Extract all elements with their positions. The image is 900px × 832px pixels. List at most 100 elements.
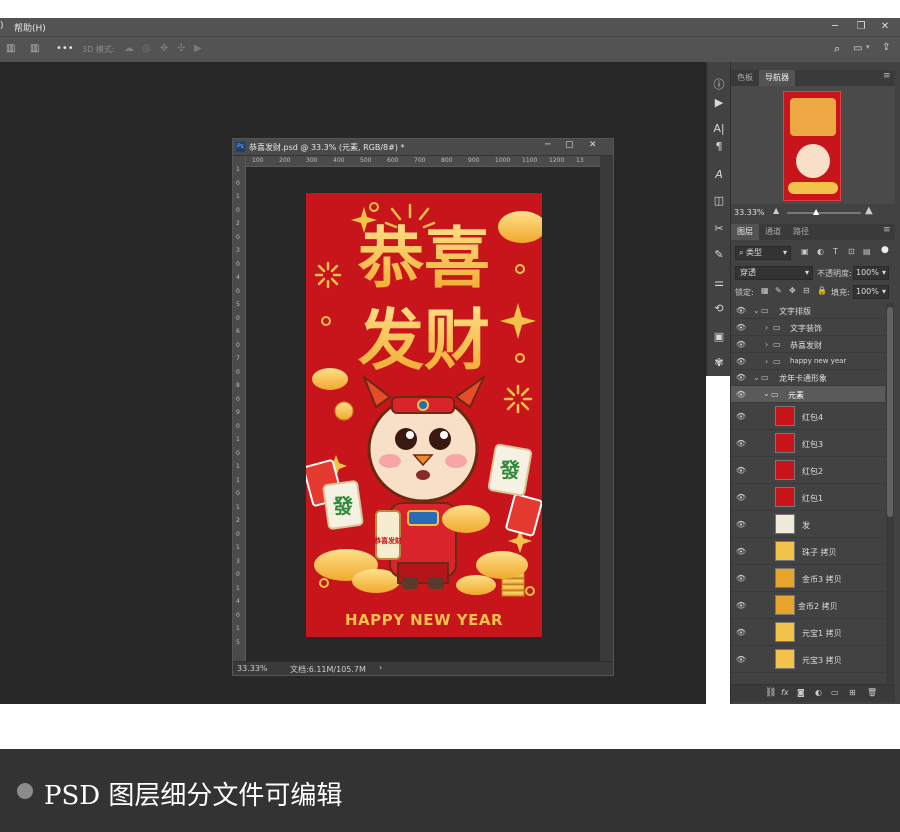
filter-pixel-icon[interactable]: ▣ (801, 247, 809, 256)
orbit-3d-icon[interactable]: ☁ (124, 43, 134, 54)
actions-panel-icon[interactable]: ▶ (707, 96, 731, 109)
visibility-eye-icon[interactable]: 👁 (735, 340, 747, 349)
collapse-chevron-icon[interactable]: › (765, 340, 768, 349)
layers-scrollbar-thumb[interactable] (887, 307, 893, 517)
layer-row[interactable]: 👁 红包4 (731, 403, 885, 430)
info-panel-icon[interactable]: ⓘ (707, 76, 731, 92)
pan-3d-icon[interactable]: ✥ (160, 43, 168, 54)
share-icon[interactable]: ⇪ (882, 42, 890, 53)
horizontal-ruler[interactable]: 100 200 300 400 500 600 700 800 900 1000 1100 1200 1… (246, 156, 600, 167)
layer-row[interactable]: 👁 元宝1 拷贝 (731, 619, 885, 646)
opacity-input[interactable]: 100% ▾ (853, 266, 889, 280)
navigator-menu-icon[interactable]: ≡ (883, 71, 891, 81)
roll-3d-icon[interactable]: ◎ (142, 43, 151, 54)
layer-group-row[interactable]: 👁 › ▭ 文字装饰 (731, 319, 885, 336)
layer-row[interactable]: 👁 红包3 (731, 430, 885, 457)
lock-transparent-icon[interactable]: ▦ (761, 286, 769, 295)
clone-source-icon[interactable]: ⟲ (707, 302, 731, 315)
filter-smartobject-icon[interactable]: ▤ (863, 247, 871, 256)
layer-effects-icon[interactable]: fx (781, 688, 789, 697)
visibility-eye-icon[interactable]: 👁 (735, 493, 747, 502)
layer-row[interactable]: 👁 红包2 (731, 457, 885, 484)
tab-channels[interactable]: 通道 (759, 224, 787, 240)
layer-row[interactable]: 👁 发 (731, 511, 885, 538)
zoom-in-icon[interactable]: ▲ (865, 205, 873, 216)
visibility-eye-icon[interactable]: 👁 (735, 520, 747, 529)
libraries-panel-icon[interactable]: ▣ (707, 330, 731, 343)
visibility-eye-icon[interactable]: 👁 (735, 628, 747, 637)
visibility-eye-icon[interactable]: 👁 (735, 601, 747, 610)
zoom-slider[interactable] (787, 212, 861, 214)
layer-row[interactable]: 👁 珠子 拷贝 (731, 538, 885, 565)
link-layers-icon[interactable]: ⛓ (765, 688, 776, 698)
menu-item-partial[interactable]: ) (0, 21, 4, 31)
layers-menu-icon[interactable]: ≡ (883, 225, 891, 235)
tab-layers[interactable]: 图层 (731, 224, 759, 240)
visibility-eye-icon[interactable]: 👁 (735, 373, 747, 382)
layer-row[interactable]: 👁 元宝3 拷贝 (731, 646, 885, 673)
doc-restore-button[interactable]: ▢ (565, 140, 574, 150)
fill-input[interactable]: 100% ▾ (853, 285, 889, 299)
paragraph-panel-icon[interactable]: ¶ (707, 140, 731, 153)
minimize-window-button[interactable]: ─ (822, 18, 848, 36)
tab-color-swatches[interactable]: 色板 (731, 70, 759, 86)
search-icon[interactable]: ⌕ (834, 42, 840, 56)
doc-zoom-readout[interactable]: 33.33% (237, 664, 268, 673)
tool-presets-icon[interactable]: ✂ (707, 222, 731, 235)
layers-scrollbar[interactable] (886, 303, 894, 683)
doc-vertical-scrollbar[interactable] (600, 156, 613, 661)
lock-all-icon[interactable]: 🔒 (817, 286, 827, 295)
zoom-out-icon[interactable]: ▲ (773, 206, 779, 215)
visibility-eye-icon[interactable]: 👁 (735, 574, 747, 583)
more-options-button[interactable]: ••• (56, 43, 74, 54)
expand-chevron-icon[interactable]: ⌄ (753, 306, 760, 315)
tab-navigator[interactable]: 导航器 (759, 70, 795, 86)
properties-panel-icon[interactable]: ◫ (707, 194, 731, 207)
camera-3d-icon[interactable]: ▶ (194, 43, 202, 54)
visibility-eye-icon[interactable]: 👁 (735, 439, 747, 448)
visibility-eye-icon[interactable]: 👁 (735, 466, 747, 475)
doc-minimize-button[interactable]: ─ (545, 140, 550, 150)
expand-chevron-icon[interactable]: ⌄ (753, 373, 760, 382)
filter-type-icon[interactable]: T (833, 247, 838, 256)
visibility-eye-icon[interactable]: 👁 (735, 547, 747, 556)
align-bottom-icon[interactable]: ▥ (6, 43, 15, 54)
status-menu-arrow-icon[interactable]: › (379, 663, 382, 672)
filter-toggle-icon[interactable]: ● (881, 245, 889, 255)
delete-layer-icon[interactable]: 🗑 (867, 688, 877, 697)
expand-chevron-icon[interactable]: ⌄ (763, 389, 770, 398)
character-panel-icon[interactable]: A| (707, 122, 731, 135)
artboard-canvas[interactable]: 恭喜 发财 發 發 恭喜发财 HAPPY NEW YEAR (306, 193, 542, 637)
workspace-dropdown-icon[interactable]: ▾ (866, 43, 870, 51)
navigator-zoom-value[interactable]: 33.33% (734, 208, 765, 217)
document-title-bar[interactable]: Ps 恭喜发财.psd @ 33.3% (元素, RGB/8#) * ─ ▢ ✕ (233, 139, 613, 156)
collapse-chevron-icon[interactable]: › (765, 323, 768, 332)
visibility-eye-icon[interactable]: 👁 (735, 412, 747, 421)
visibility-eye-icon[interactable]: 👁 (735, 323, 747, 332)
visibility-eye-icon[interactable]: 👁 (735, 655, 747, 664)
close-window-button[interactable]: ✕ (872, 18, 898, 36)
workspace-icon[interactable]: ▭ (853, 43, 862, 54)
lock-image-icon[interactable]: ✎ (775, 286, 782, 295)
visibility-eye-icon[interactable]: 👁 (735, 306, 747, 315)
menu-item-help[interactable]: 帮助(H) (14, 21, 46, 34)
lock-position-icon[interactable]: ✥ (789, 286, 796, 295)
layer-group-row[interactable]: 👁 › ▭ happy new year (731, 353, 885, 370)
adjustment-layer-icon[interactable]: ◐ (815, 688, 822, 697)
glyphs-panel-icon[interactable]: A (707, 168, 731, 181)
layer-row[interactable]: 👁 金币2 拷贝 (731, 592, 885, 619)
brush-settings-icon[interactable]: ✎ (707, 248, 731, 261)
layer-row[interactable]: 👁 红包1 (731, 484, 885, 511)
layer-group-row[interactable]: 👁 ⌄ ▭ 文字排版 (731, 303, 885, 319)
filter-shape-icon[interactable]: ⊡ (848, 247, 855, 256)
restore-window-button[interactable]: ❐ (848, 18, 874, 36)
zoom-slider-thumb[interactable]: ▲ (813, 207, 819, 216)
distribute-icon[interactable]: ▥ (30, 43, 39, 54)
layer-group-row[interactable]: 👁 ⌄ ▭ 龙年卡通形象 (731, 370, 885, 386)
slide-3d-icon[interactable]: ✣ (177, 43, 185, 54)
blend-mode-select[interactable]: 穿透 ▾ (735, 266, 813, 280)
visibility-eye-icon[interactable]: 👁 (735, 357, 747, 366)
adjustments-panel-icon[interactable]: ⚌ (707, 276, 731, 289)
layer-group-row-selected[interactable]: 👁 ⌄ ▭ 元素 (731, 386, 885, 403)
add-mask-icon[interactable]: ◙ (797, 688, 805, 697)
